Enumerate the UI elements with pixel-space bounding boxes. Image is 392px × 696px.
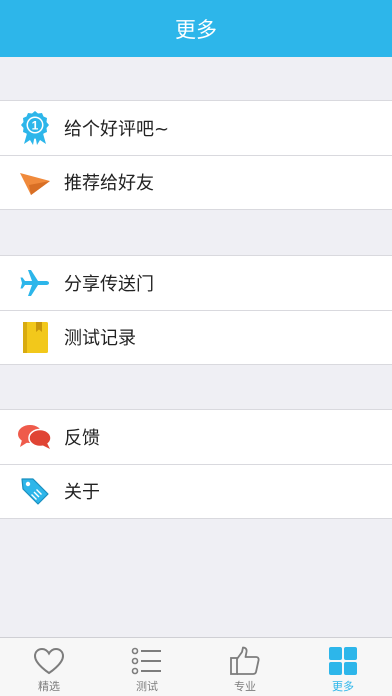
feedback-label: 反馈 xyxy=(64,428,100,449)
share-portal-item[interactable]: 分享传送门 xyxy=(0,256,392,310)
grid-icon xyxy=(326,645,360,677)
thumbs-up-icon xyxy=(228,645,262,677)
notebook-icon xyxy=(17,319,53,355)
tab-more[interactable]: 更多 xyxy=(294,638,392,696)
tab-more-label: 更多 xyxy=(332,680,354,693)
rate-us-item[interactable]: 1 给个好评吧~ xyxy=(0,101,392,155)
tab-tests-label: 测试 xyxy=(136,680,158,693)
share-portal-label: 分享传送门 xyxy=(64,274,154,295)
chat-bubbles-icon xyxy=(17,419,53,455)
tab-featured-label: 精选 xyxy=(38,680,60,693)
tag-icon xyxy=(17,473,53,509)
list-icon xyxy=(130,645,164,677)
paper-plane-icon xyxy=(17,164,53,200)
badge-number: 1 xyxy=(32,119,39,133)
tab-professional[interactable]: 专业 xyxy=(196,638,294,696)
award-ribbon-icon: 1 xyxy=(17,110,53,146)
about-item[interactable]: 关于 xyxy=(0,464,392,518)
group-rate-share: 1 给个好评吧~ 推荐给好友 xyxy=(0,100,392,210)
recommend-friend-label: 推荐给好友 xyxy=(64,173,154,194)
feedback-item[interactable]: 反馈 xyxy=(0,410,392,464)
tab-featured[interactable]: 精选 xyxy=(0,638,98,696)
group-feedback-about: 反馈 关于 xyxy=(0,409,392,519)
test-records-label: 测试记录 xyxy=(64,328,136,349)
heart-icon xyxy=(32,645,66,677)
tab-bar: 精选 测试 专业 更多 xyxy=(0,637,392,696)
tab-professional-label: 专业 xyxy=(234,680,256,693)
test-records-item[interactable]: 测试记录 xyxy=(0,310,392,364)
group-share-records: 分享传送门 测试记录 xyxy=(0,255,392,365)
tab-tests[interactable]: 测试 xyxy=(98,638,196,696)
page-title: 更多 xyxy=(175,17,217,42)
airplane-icon xyxy=(17,265,53,301)
about-label: 关于 xyxy=(64,482,100,503)
rate-us-label: 给个好评吧~ xyxy=(64,119,170,140)
recommend-friend-item[interactable]: 推荐给好友 xyxy=(0,155,392,209)
nav-header: 更多 xyxy=(0,0,392,57)
